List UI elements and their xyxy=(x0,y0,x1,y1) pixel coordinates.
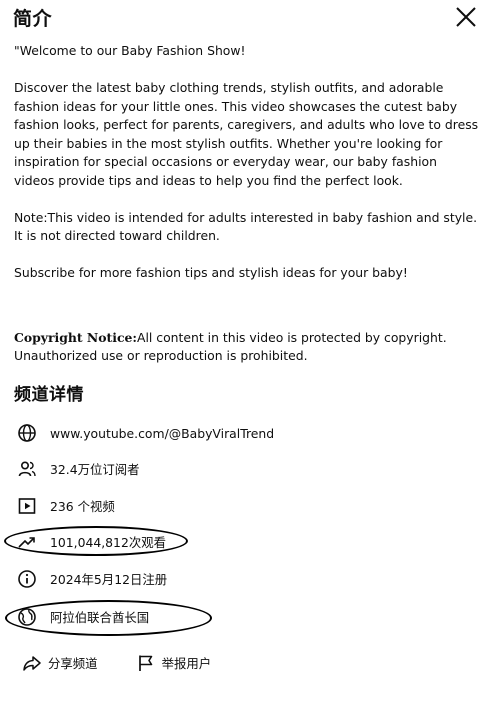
share-icon xyxy=(23,656,41,671)
description-note: Note:This video is intended for adults i… xyxy=(14,209,478,244)
description-subscribe: Subscribe for more fashion tips and styl… xyxy=(14,265,408,280)
highlight-ellipse-views xyxy=(4,526,188,556)
action-bar: 分享频道 举报用户 xyxy=(22,650,249,676)
joined-date: 2024年5月12日注册 xyxy=(50,572,168,587)
person-icon xyxy=(16,458,38,480)
video-count: 236 个视频 xyxy=(50,499,115,514)
dialog-title: 简介 xyxy=(13,8,53,30)
subscriber-count: 32.4万位订阅者 xyxy=(50,462,140,477)
close-icon xyxy=(456,7,476,27)
channel-details-title: 频道详情 xyxy=(14,385,84,405)
copyright-notice: Copyright Notice:All content in this vid… xyxy=(14,329,479,366)
description-greeting: "Welcome to our Baby Fashion Show! xyxy=(14,43,246,58)
channel-url-row[interactable]: www.youtube.com/@BabyViralTrend xyxy=(16,420,274,446)
flag-icon xyxy=(138,655,152,671)
joined-row: 2024年5月12日注册 xyxy=(16,566,167,592)
dialog-header: 简介 xyxy=(13,2,483,34)
description-paragraph: Discover the latest baby clothing trends… xyxy=(14,80,479,188)
video-icon xyxy=(16,495,38,517)
info-icon xyxy=(16,568,38,590)
report-user-button[interactable]: 举报用户 xyxy=(136,650,212,676)
description: "Welcome to our Baby Fashion Show! Disco… xyxy=(14,42,479,366)
channel-url-link[interactable]: www.youtube.com/@BabyViralTrend xyxy=(50,426,274,441)
videos-row: 236 个视频 xyxy=(16,493,115,519)
subscribers-row: 32.4万位订阅者 xyxy=(16,456,140,482)
highlight-ellipse-location xyxy=(5,600,212,636)
report-user-label: 举报用户 xyxy=(161,656,212,671)
copyright-notice-label: Copyright Notice: xyxy=(14,329,137,345)
share-channel-button[interactable]: 分享频道 xyxy=(22,650,98,676)
close-button[interactable] xyxy=(451,2,481,32)
globe-icon xyxy=(16,422,38,444)
share-channel-label: 分享频道 xyxy=(48,656,98,671)
